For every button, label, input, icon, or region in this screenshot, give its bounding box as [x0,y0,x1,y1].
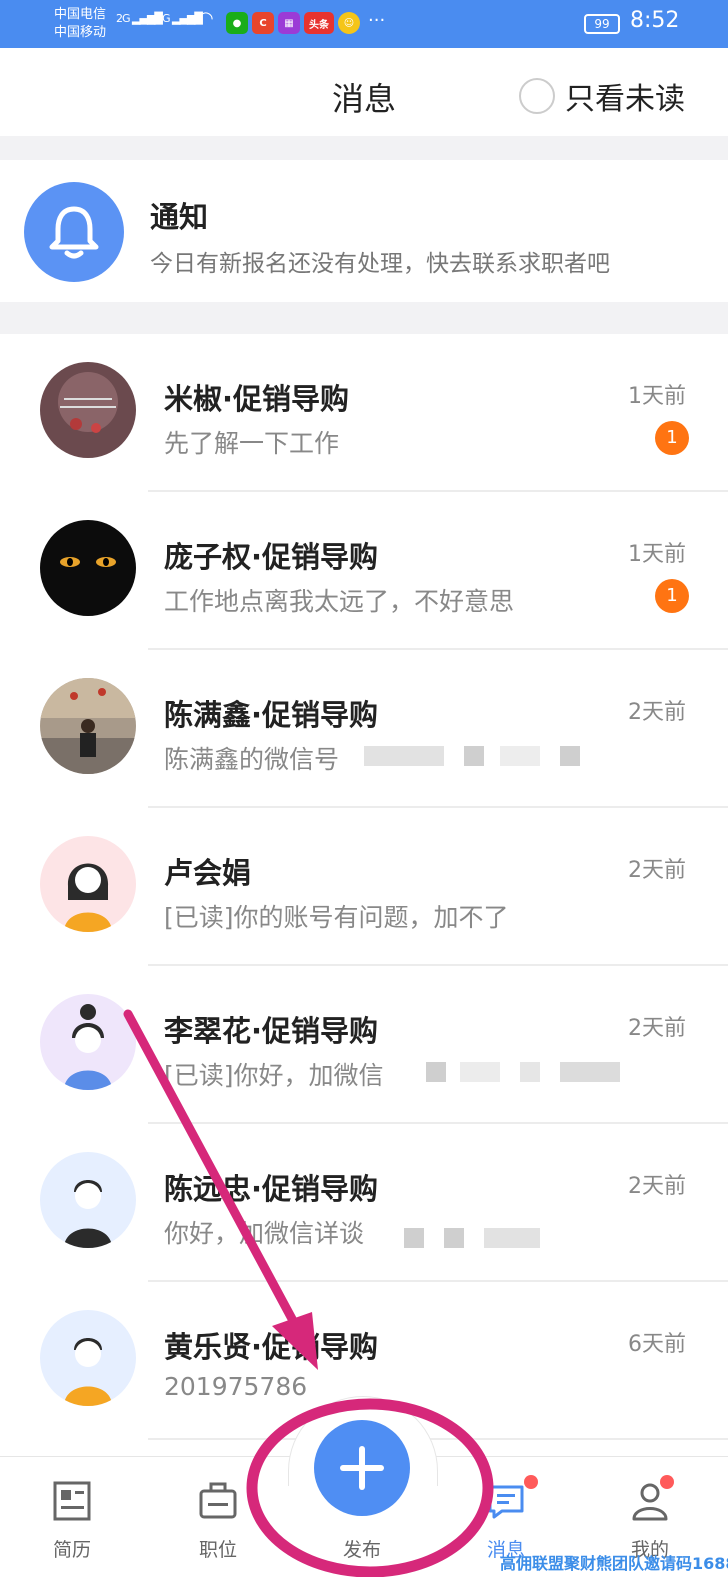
message-time: 2天前 [628,1174,686,1199]
conversation-item[interactable]: 卢会娟 [已读]你的账号有问题，加不了 2天前 [0,808,728,966]
watermark: 高佣联盟聚财熊团队邀请码1688 [500,1554,728,1573]
app-round-icon: ☺ [338,12,360,34]
nav-resume-label: 简历 [52,1539,91,1561]
battery-icon: 99 [584,14,620,34]
app-grid-icon: ▦ [278,12,300,34]
redacted-text [500,746,540,766]
redacted-text [484,1228,540,1248]
redacted-text [460,1062,500,1082]
status-bar: 中国电信 中国移动 2G ▂▄▆█ 4G ▂▄▆█ ◠ ● C ▦ 头条 ☺ ·… [0,0,728,48]
redacted-text [520,1062,540,1082]
carrier-2: 中国移动 [54,25,107,40]
nav-jobs-label: 职位 [198,1539,237,1561]
message-preview: [已读]你好，加微信 [164,1061,384,1090]
message-time: 1天前 [628,542,686,567]
notification-entry[interactable]: 通知 今日有新报名还没有处理，快去联系求职者吧 [0,160,728,302]
redacted-text [560,1062,620,1082]
message-preview: 工作地点离我太远了，不好意思 [164,587,515,616]
avatar [40,1152,136,1248]
plus-icon [340,1446,384,1490]
message-time: 6天前 [628,1332,686,1357]
nav-resume[interactable]: 简历 [22,1457,122,1577]
publish-button[interactable] [314,1420,410,1516]
avatar [40,678,136,774]
conversation-item[interactable]: 陈满鑫·促销导购 陈满鑫的微信号 2天前 [0,650,728,808]
avatar [40,1310,136,1406]
contact-name: 李翠花·促销导购 [164,1014,379,1048]
conversation-item[interactable]: 米椒·促销导购 先了解一下工作 1天前 1 [0,334,728,492]
clock: 8:52 [630,8,680,33]
signal-4g-icon: 4G ▂▄▆█ [156,12,203,25]
redacted-text [404,1228,424,1248]
unread-radio[interactable] [519,78,555,114]
unread-only-label: 只看未读 [565,82,685,117]
redacted-text [426,1062,446,1082]
redacted-text [464,746,484,766]
messages-dot [524,1475,538,1489]
bell-icon [24,182,124,282]
mine-dot [660,1475,674,1489]
contact-name: 庞子权·促销导购 [164,540,379,574]
notification-icons: ● C ▦ 头条 ☺ [226,12,360,34]
nav-publish-label: 发布 [342,1539,381,1561]
conversation-item[interactable]: 陈远忠·促销导购 你好，加微信详谈 2天前 [0,1124,728,1282]
contact-name: 米椒·促销导购 [164,382,350,416]
redacted-text [444,1228,464,1248]
carrier-info: 中国电信 中国移动 [54,6,106,42]
net-type-1: 2G [116,12,130,25]
unread-badge: 1 [655,579,689,613]
message-preview: 陈满鑫的微信号 [164,745,340,774]
message-time: 2天前 [628,700,686,725]
notice-title: 通知 [150,200,209,234]
notice-text: 今日有新报名还没有处理，快去联系求职者吧 [150,251,610,277]
toutiao-label: 头条 [309,19,329,31]
avatar [40,520,136,616]
message-preview: 先了解一下工作 [164,429,340,458]
avatar [40,362,136,458]
avatar [40,994,136,1090]
contact-name: 陈远忠·促销导购 [164,1172,379,1206]
unread-badge: 1 [655,421,689,455]
signal-2g-icon: 2G ▂▄▆█ [116,12,163,25]
contact-name: 陈满鑫·促销导购 [164,698,379,732]
net-type-2: 4G [156,12,170,25]
resume-icon [53,1481,91,1521]
unread-only-toggle[interactable]: 只看未读 [519,74,685,118]
conversation-list: 米椒·促销导购 先了解一下工作 1天前 1 庞子权·促销导购 工作地点离我太远了… [0,334,728,1456]
redacted-text [364,746,444,766]
conversation-item[interactable]: 庞子权·促销导购 工作地点离我太远了，不好意思 1天前 1 [0,492,728,650]
contact-name: 黄乐贤·促销导购 [164,1330,379,1364]
wifi-icon: ◠ [198,8,214,29]
message-preview: 你好，加微信详谈 [164,1219,365,1248]
redacted-text [560,746,580,766]
message-time: 2天前 [628,858,686,883]
message-time: 1天前 [628,384,686,409]
wechat-icon: ● [226,12,248,34]
app-c-label: C [259,17,267,29]
conversation-item[interactable]: 李翠花·促销导购 [已读]你好，加微信 2天前 [0,966,728,1124]
app-c-icon: C [252,12,274,34]
message-preview: [已读]你的账号有问题，加不了 [164,903,509,932]
message-time: 2天前 [628,1016,686,1041]
carrier-1: 中国电信 [54,7,107,22]
divider [148,1438,728,1440]
header: 消息 只看未读 [0,48,728,136]
briefcase-icon [199,1482,237,1519]
nav-jobs[interactable]: 职位 [168,1457,268,1577]
contact-name: 卢会娟 [164,856,252,890]
message-icon [488,1485,524,1519]
more-notifications-icon: ··· [368,10,386,31]
avatar [40,836,136,932]
message-preview: 201975786 [164,1372,308,1401]
toutiao-icon: 头条 [304,12,334,34]
